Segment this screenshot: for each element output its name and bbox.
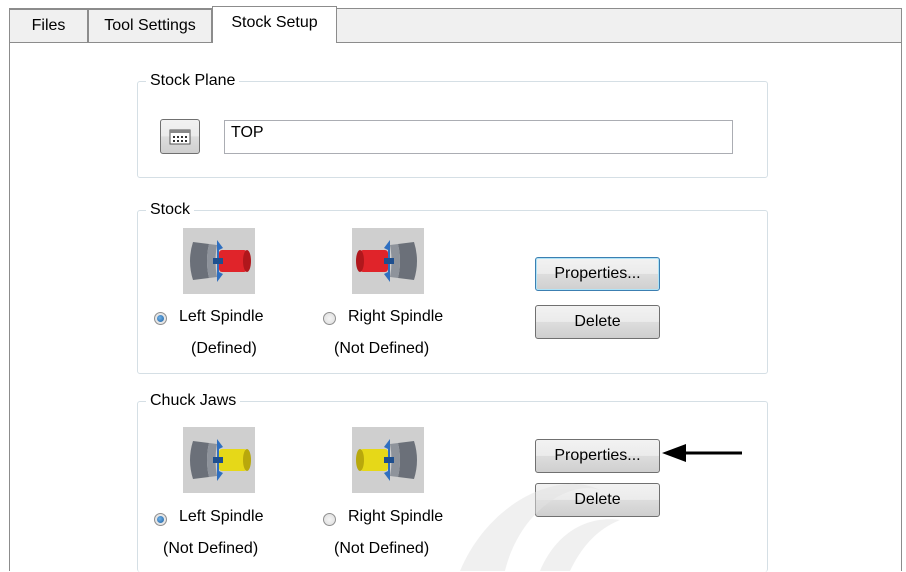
chuck-jaws-group: Chuck Jaws Left Spindle (Not Defined) Ri… [137, 391, 768, 572]
tab-files-label: Files [31, 17, 66, 34]
jaws-properties-label: Properties... [554, 447, 641, 464]
plane-grid-icon [169, 129, 191, 145]
jaws-left-spindle-radio[interactable] [154, 513, 167, 526]
stock-plane-value: TOP [231, 124, 264, 141]
stock-properties-label: Properties... [554, 265, 641, 282]
jaws-properties-button[interactable]: Properties... [535, 439, 660, 473]
stock-right-spindle-image [352, 228, 424, 294]
stock-left-spindle-label: Left Spindle [179, 308, 264, 325]
tab-tool-settings-label: Tool Settings [104, 17, 196, 34]
stock-plane-select-button[interactable] [160, 119, 200, 154]
jaws-right-spindle-radio[interactable] [323, 513, 336, 526]
jaws-left-spindle-status: (Not Defined) [163, 540, 259, 557]
stock-group: Stock Left Spindle (Defined) Right Spind… [137, 200, 768, 374]
stock-left-spindle-status: (Defined) [191, 340, 257, 357]
jaws-delete-button[interactable]: Delete [535, 483, 660, 517]
right-spindle-jaws-icon [352, 427, 424, 493]
stock-left-spindle-radio[interactable] [154, 312, 167, 325]
stock-plane-field[interactable]: TOP [224, 120, 733, 154]
stock-delete-button[interactable]: Delete [535, 305, 660, 339]
stock-right-spindle-status: (Not Defined) [334, 340, 430, 357]
stock-right-spindle-radio[interactable] [323, 312, 336, 325]
stock-right-spindle-label: Right Spindle [348, 308, 444, 325]
chuck-jaws-title: Chuck Jaws [146, 391, 241, 411]
left-spindle-stock-icon [183, 228, 255, 294]
left-spindle-jaws-icon [183, 427, 255, 493]
tab-stock-setup-label: Stock Setup [231, 14, 318, 31]
stock-plane-title: Stock Plane [146, 71, 240, 91]
jaws-left-spindle-image [183, 427, 255, 493]
stock-delete-label: Delete [574, 313, 621, 330]
jaws-right-spindle-image [352, 427, 424, 493]
jaws-right-spindle-status: (Not Defined) [334, 540, 430, 557]
jaws-left-spindle-label: Left Spindle [179, 508, 264, 525]
tab-tool-settings[interactable]: Tool Settings [88, 9, 212, 42]
stock-properties-button[interactable]: Properties... [535, 257, 660, 291]
right-spindle-stock-icon [352, 228, 424, 294]
tab-stock-setup[interactable]: Stock Setup [212, 6, 337, 43]
jaws-right-spindle-label: Right Spindle [348, 508, 444, 525]
stock-left-spindle-image [183, 228, 255, 294]
tab-files[interactable]: Files [9, 9, 88, 42]
stock-setup-panel: Stock Plane TOP Stock Left Spindle (Defi… [9, 42, 902, 572]
stock-title: Stock [146, 200, 195, 220]
jaws-delete-label: Delete [574, 491, 621, 508]
stock-plane-group: Stock Plane TOP [137, 71, 768, 178]
